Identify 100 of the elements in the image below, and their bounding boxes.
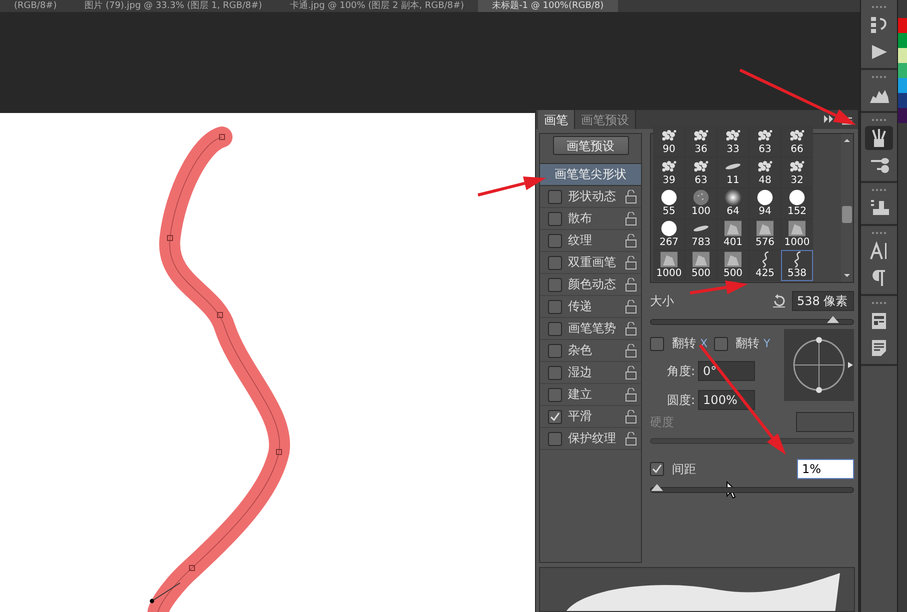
option-label[interactable]: 建立 xyxy=(568,386,619,404)
notepad-icon xyxy=(869,311,889,331)
checkbox[interactable] xyxy=(650,336,664,351)
reset-icon[interactable] xyxy=(772,294,786,308)
lock-icon[interactable] xyxy=(625,388,637,402)
checkbox[interactable] xyxy=(548,300,562,314)
brush-cup-icon xyxy=(869,128,889,148)
option-label[interactable]: 颜色动态 xyxy=(568,276,619,294)
option-label[interactable]: 传递 xyxy=(568,298,619,316)
option-label[interactable]: 形状动态 xyxy=(568,188,619,206)
brush-preset-tile[interactable]: 1000 xyxy=(653,250,685,282)
lock-icon[interactable] xyxy=(625,366,637,380)
brush-preset-tile[interactable]: 66 xyxy=(781,126,813,158)
checkbox[interactable] xyxy=(548,388,562,402)
size-field[interactable]: 538 像素 xyxy=(792,291,854,312)
brush-preset-tile[interactable]: 1000 xyxy=(781,219,813,250)
anchor-point[interactable] xyxy=(167,235,173,241)
direction-handle[interactable] xyxy=(150,582,180,604)
color-swatch[interactable] xyxy=(898,18,907,33)
lock-icon[interactable] xyxy=(625,322,637,336)
lock-icon[interactable] xyxy=(625,300,637,314)
lock-icon[interactable] xyxy=(625,234,637,248)
checkbox[interactable] xyxy=(548,344,562,358)
lock-icon[interactable] xyxy=(625,410,637,424)
checkbox[interactable] xyxy=(548,190,562,204)
brush-preset-tile[interactable]: 500 xyxy=(685,250,717,282)
brush-preset-tile[interactable]: 33 xyxy=(717,126,749,158)
spacing-slider[interactable] xyxy=(650,487,854,494)
checkbox[interactable] xyxy=(548,256,562,270)
brush-preset-tile[interactable]: 538 xyxy=(781,250,813,282)
brush-presets-button[interactable]: 画笔预设 xyxy=(552,136,628,156)
brush-preset-tile[interactable]: 267 xyxy=(653,219,685,250)
checkbox[interactable] xyxy=(650,462,664,476)
brush-preset-tile[interactable]: 55 xyxy=(653,188,685,220)
option-label[interactable]: 纹理 xyxy=(568,232,619,250)
dock-button[interactable] xyxy=(865,126,893,150)
lock-icon[interactable] xyxy=(625,278,637,292)
lock-icon[interactable] xyxy=(625,432,637,446)
flip-label[interactable]: 翻转 xyxy=(736,335,760,352)
anchor-point[interactable] xyxy=(189,565,195,571)
lock-icon[interactable] xyxy=(625,256,637,270)
option-label[interactable]: 保护纹理 xyxy=(568,430,619,448)
angle-roundness-drawing[interactable] xyxy=(784,329,854,402)
roundness-field[interactable]: 100% xyxy=(698,390,756,410)
brush-preset-tile[interactable]: 32 xyxy=(781,157,813,188)
anchor-point[interactable] xyxy=(219,134,225,140)
brush-preset-tile[interactable]: 39 xyxy=(653,157,685,188)
anchor-point[interactable] xyxy=(276,449,282,455)
brush-preset-tile[interactable]: 90 xyxy=(653,126,685,158)
menu-icon[interactable] xyxy=(842,117,852,126)
checkbox[interactable] xyxy=(548,234,562,248)
panel-tab[interactable]: 画笔 xyxy=(538,110,575,130)
color-swatch[interactable] xyxy=(898,63,907,78)
color-swatch[interactable] xyxy=(898,108,907,123)
brush-preset-tile[interactable]: 500 xyxy=(717,250,749,282)
brush-preset-tile[interactable]: 94 xyxy=(749,188,781,220)
option-label[interactable]: 双重画笔 xyxy=(568,254,619,272)
brush-preset-tile[interactable]: 36 xyxy=(685,126,717,158)
checkbox[interactable] xyxy=(548,366,562,380)
anchor-point[interactable] xyxy=(217,312,223,318)
brush-preset-tile[interactable]: 100 xyxy=(685,188,717,220)
option-label[interactable]: 散布 xyxy=(568,210,619,228)
color-swatch[interactable] xyxy=(898,33,907,48)
checkbox[interactable] xyxy=(548,322,562,336)
brush-preset-tile[interactable]: 63 xyxy=(749,126,781,158)
spacing-label[interactable]: 间距 xyxy=(672,460,696,478)
checkbox[interactable] xyxy=(548,212,562,226)
document-tab[interactable]: 未标题-1 @ 100%(RGB/8) xyxy=(478,0,618,12)
brush-tip-shape-item[interactable]: 画笔笔尖形状 xyxy=(540,163,641,186)
brush-preset-tile[interactable]: 425 xyxy=(749,250,781,282)
option-label[interactable]: 画笔笔势 xyxy=(568,320,619,338)
expand-icon[interactable] xyxy=(824,115,834,124)
brush-preset-tile[interactable]: 48 xyxy=(749,157,781,188)
color-swatch[interactable] xyxy=(898,78,907,93)
brush-preset-tile[interactable]: 64 xyxy=(717,188,749,220)
checkbox[interactable] xyxy=(548,278,562,292)
brush-preset-tile[interactable]: 401 xyxy=(717,219,749,250)
option-label[interactable]: 平滑 xyxy=(568,408,619,426)
scrollbar[interactable] xyxy=(841,134,853,282)
checkbox[interactable] xyxy=(548,432,562,446)
checkbox[interactable] xyxy=(714,336,728,351)
option-label[interactable]: 湿边 xyxy=(568,364,619,382)
brush-preset-tile[interactable]: 576 xyxy=(749,219,781,250)
flip-label[interactable]: 翻转 xyxy=(672,335,696,352)
hardness-field[interactable] xyxy=(796,412,854,432)
spacing-field[interactable]: 1% xyxy=(797,459,854,480)
lock-icon[interactable] xyxy=(625,212,637,226)
angle-field[interactable]: 0° xyxy=(698,361,756,382)
option-label[interactable]: 杂色 xyxy=(568,342,619,360)
color-swatch[interactable] xyxy=(898,48,907,63)
lock-icon[interactable] xyxy=(625,344,637,358)
brush-preset-tile[interactable]: 783 xyxy=(685,219,717,250)
lock-icon[interactable] xyxy=(625,190,637,204)
brush-preset-tile[interactable]: 63 xyxy=(685,157,717,188)
size-slider[interactable] xyxy=(650,319,854,326)
slider-thumb[interactable] xyxy=(651,484,663,492)
brush-preset-tile[interactable]: 11 xyxy=(717,157,749,188)
checkbox[interactable] xyxy=(548,410,562,424)
color-swatch[interactable] xyxy=(898,93,907,108)
brush-preset-tile[interactable]: 152 xyxy=(781,188,813,220)
